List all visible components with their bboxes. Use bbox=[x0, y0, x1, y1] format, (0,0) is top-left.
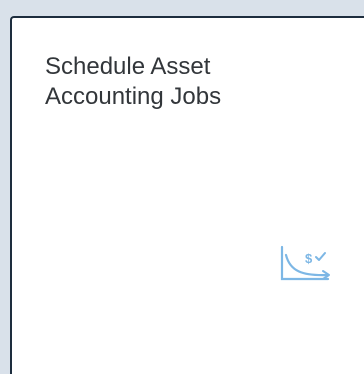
dollar-symbol: $ bbox=[305, 251, 313, 266]
tile-title-line-1: Schedule Asset bbox=[45, 53, 211, 80]
depreciation-chart-icon: $ bbox=[276, 245, 336, 295]
app-tile-schedule-asset-accounting-jobs[interactable]: Schedule Asset Accounting Jobs $ bbox=[10, 16, 364, 374]
tile-title: Schedule Asset Accounting Jobs bbox=[45, 52, 345, 112]
tile-title-line-2: Accounting Jobs bbox=[45, 83, 222, 110]
